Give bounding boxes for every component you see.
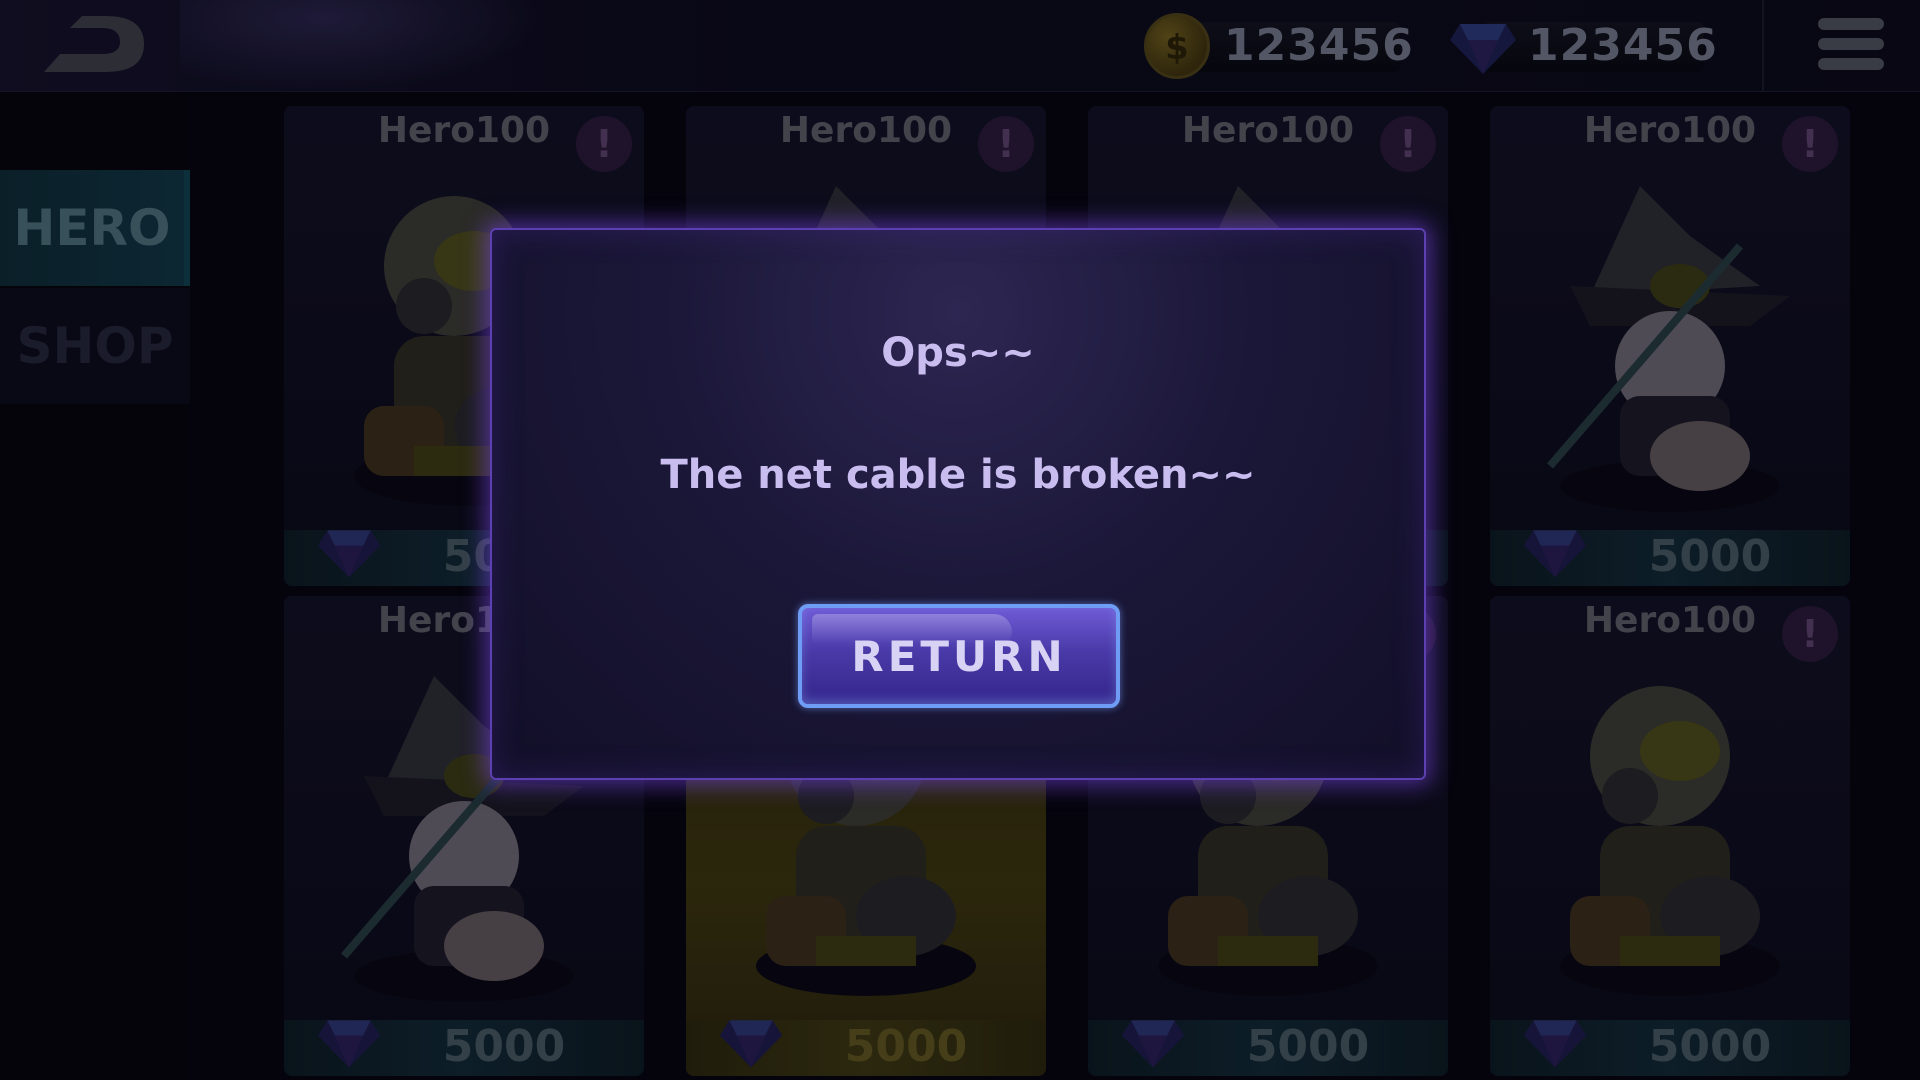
return-button[interactable]: RETURN [798,604,1120,708]
dialog-message: The net cable is broken~~ [660,452,1256,498]
return-button-label: RETURN [851,632,1067,681]
dialog-title: Ops~~ [881,330,1035,376]
error-dialog: Ops~~ The net cable is broken~~ RETURN [490,228,1426,780]
